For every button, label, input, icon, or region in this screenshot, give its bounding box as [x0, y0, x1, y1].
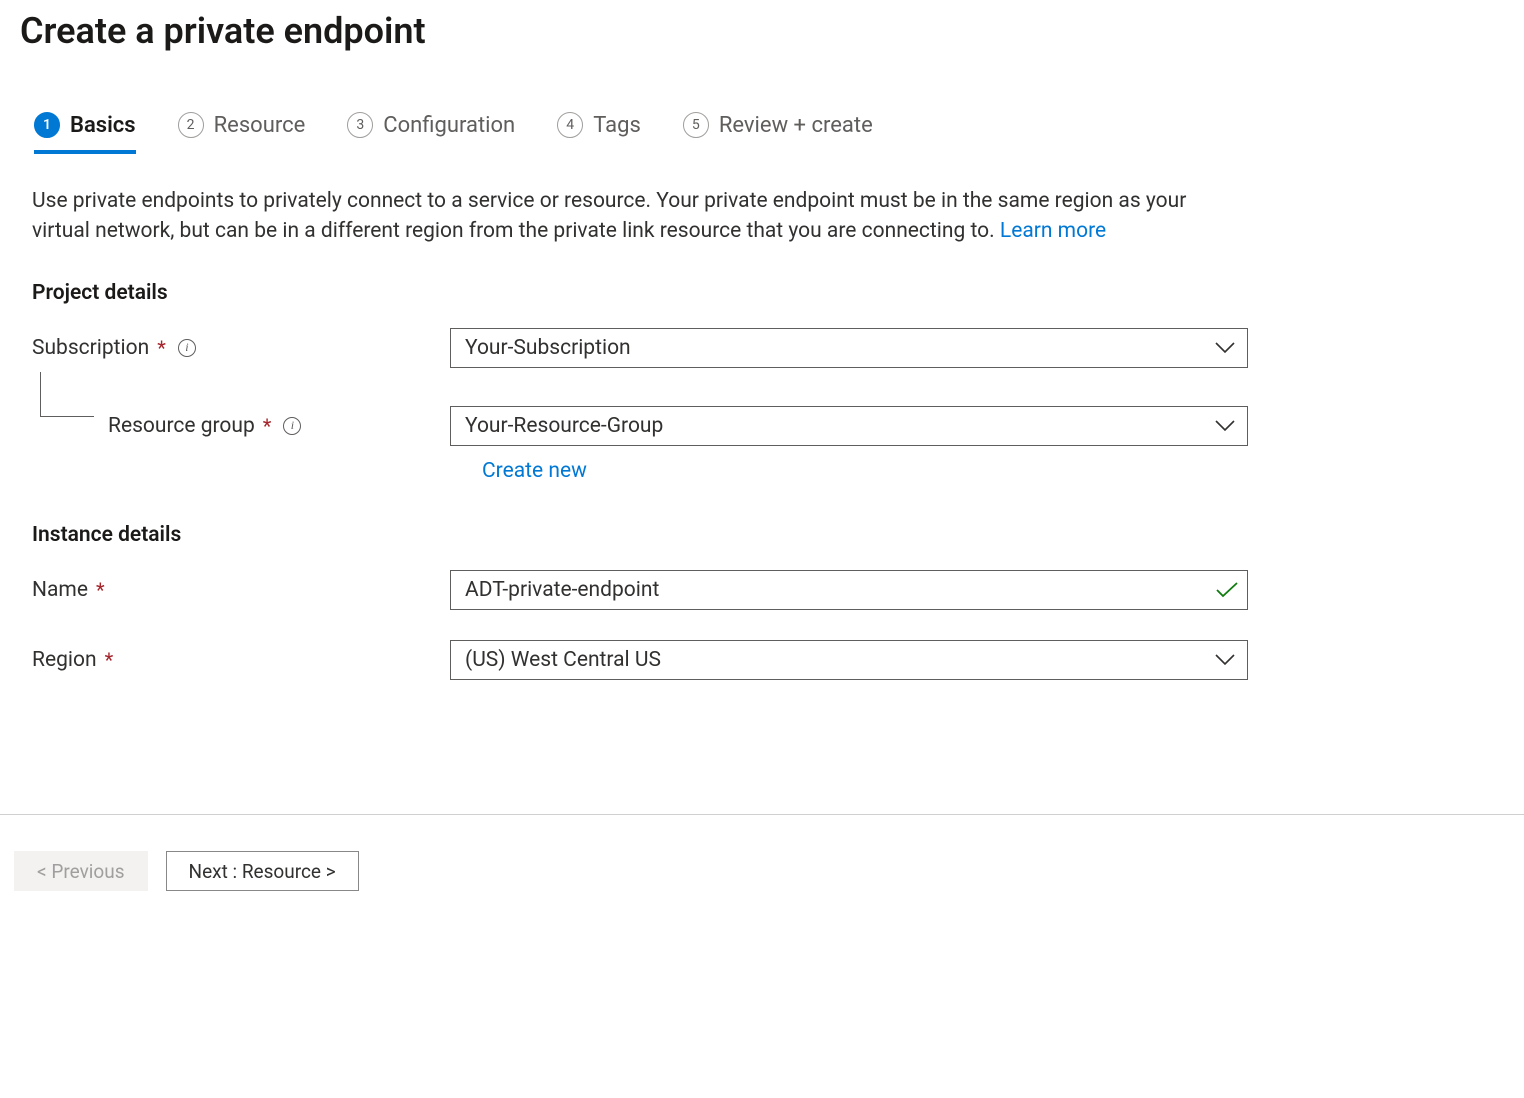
- name-input[interactable]: [450, 570, 1248, 610]
- tab-review-create[interactable]: 5 Review + create: [683, 112, 873, 154]
- wizard-footer: < Previous Next : Resource >: [0, 814, 1524, 891]
- required-indicator: *: [263, 414, 272, 438]
- chevron-down-icon: [1215, 654, 1235, 666]
- label-region: Region *: [32, 648, 450, 672]
- project-details-form: Subscription * i Your-Subscription Resou…: [0, 305, 1524, 483]
- dropdown-value: (US) West Central US: [465, 648, 661, 672]
- required-indicator: *: [96, 578, 105, 602]
- label-text: Region: [32, 648, 97, 672]
- section-title-project-details: Project details: [0, 247, 1524, 305]
- tab-number-icon: 3: [347, 112, 373, 138]
- tree-connector-icon: [40, 372, 94, 417]
- label-text: Subscription: [32, 336, 149, 360]
- label-text: Name: [32, 578, 88, 602]
- tab-basics[interactable]: 1 Basics: [34, 112, 136, 154]
- row-region: Region * (US) West Central US: [32, 635, 1524, 685]
- row-name: Name *: [32, 565, 1524, 615]
- required-indicator: *: [157, 336, 166, 360]
- tab-label: Resource: [214, 113, 306, 138]
- resource-group-dropdown[interactable]: Your-Resource-Group: [450, 406, 1248, 446]
- dropdown-value: Your-Resource-Group: [465, 414, 663, 438]
- previous-button: < Previous: [14, 851, 148, 891]
- tab-configuration[interactable]: 3 Configuration: [347, 112, 515, 154]
- dropdown-value: Your-Subscription: [465, 336, 631, 360]
- page-title: Create a private endpoint: [0, 0, 1524, 52]
- chevron-down-icon: [1215, 420, 1235, 432]
- next-button[interactable]: Next : Resource >: [166, 851, 359, 891]
- label-name: Name *: [32, 578, 450, 602]
- label-subscription: Subscription * i: [32, 336, 450, 360]
- create-new-row: Create new: [32, 459, 1524, 483]
- instance-details-form: Name * Region * (US) West Central US: [0, 547, 1524, 685]
- tab-number-icon: 1: [34, 112, 60, 138]
- tab-resource[interactable]: 2 Resource: [178, 112, 306, 154]
- create-new-link[interactable]: Create new: [482, 459, 587, 483]
- tab-description: Use private endpoints to privately conne…: [0, 154, 1230, 247]
- chevron-down-icon: [1215, 342, 1235, 354]
- row-subscription: Subscription * i Your-Subscription: [32, 323, 1524, 373]
- tab-label: Configuration: [383, 113, 515, 138]
- label-text: Resource group: [108, 414, 255, 438]
- learn-more-link[interactable]: Learn more: [1000, 219, 1106, 243]
- row-resource-group: Resource group * i Your-Resource-Group: [32, 401, 1524, 451]
- tab-label: Tags: [593, 113, 641, 138]
- tab-label: Basics: [70, 113, 136, 138]
- tab-tags[interactable]: 4 Tags: [557, 112, 641, 154]
- wizard-tabs: 1 Basics 2 Resource 3 Configuration 4 Ta…: [0, 52, 1524, 154]
- subscription-dropdown[interactable]: Your-Subscription: [450, 328, 1248, 368]
- label-resource-group: Resource group * i: [32, 414, 450, 438]
- tab-number-icon: 2: [178, 112, 204, 138]
- tab-label: Review + create: [719, 113, 873, 138]
- info-icon[interactable]: i: [283, 417, 301, 435]
- required-indicator: *: [105, 648, 114, 672]
- info-icon[interactable]: i: [178, 339, 196, 357]
- tab-number-icon: 4: [557, 112, 583, 138]
- section-title-instance-details: Instance details: [0, 483, 1524, 547]
- region-dropdown[interactable]: (US) West Central US: [450, 640, 1248, 680]
- tab-number-icon: 5: [683, 112, 709, 138]
